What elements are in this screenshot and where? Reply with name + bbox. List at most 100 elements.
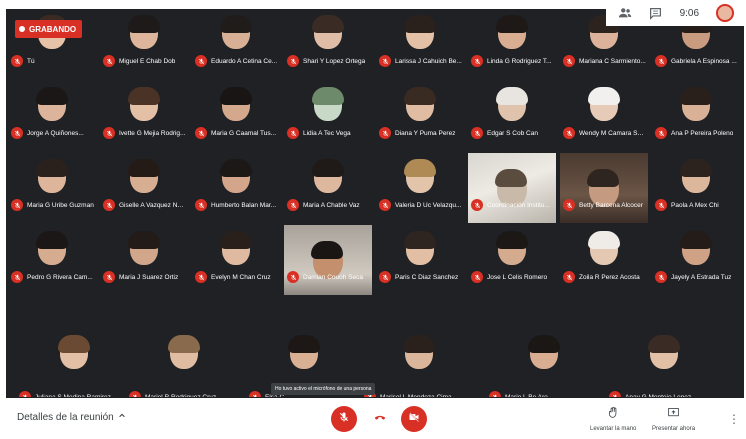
participant-tile[interactable]: Jayely A Estrada Tuz bbox=[652, 225, 740, 295]
participant-avatar bbox=[128, 159, 160, 193]
mic-muted-icon bbox=[11, 127, 23, 139]
hair-shape bbox=[311, 240, 343, 259]
participant-name: Maria G Uribe Guzman bbox=[27, 201, 94, 209]
participant-tile[interactable]: Betty Barcena Alcocer bbox=[560, 153, 648, 223]
participant-avatar bbox=[128, 87, 160, 121]
participant-tile[interactable]: Linda G Rodriguez T... bbox=[468, 9, 556, 79]
participant-tile[interactable]: Maria J Suarez Ortiz bbox=[100, 225, 188, 295]
participant-name-row: Giselle A Vazquez Nor... bbox=[103, 199, 187, 211]
participant-avatar bbox=[404, 15, 436, 49]
participant-name-row: Valeria D Uc Velazqu... bbox=[379, 199, 463, 211]
participant-name-row: Shari Y Lopez Ortega bbox=[287, 55, 371, 67]
hair-shape bbox=[167, 335, 200, 353]
mic-muted-icon bbox=[287, 199, 299, 211]
participant-tile[interactable]: Maria A Chable Vaz bbox=[284, 153, 372, 223]
participant-tile[interactable]: Wendy M Camara Sab... bbox=[560, 81, 648, 151]
participant-name-row: Jayely A Estrada Tuz bbox=[655, 271, 739, 283]
participant-tile[interactable]: Ivette G Mejia Rodrig... bbox=[100, 81, 188, 151]
participant-tile[interactable]: Maria G Caamal Tus... bbox=[192, 81, 280, 151]
mic-muted-icon bbox=[379, 55, 391, 67]
participant-tile[interactable]: Paris C Diaz Sanchez bbox=[376, 225, 464, 295]
participant-tile[interactable]: Jorge A Quiñones... bbox=[8, 81, 96, 151]
mic-muted-icon bbox=[129, 391, 141, 397]
participant-name-row: Miguel E Chab Dob bbox=[103, 55, 187, 67]
more-options-icon[interactable]: ⋮ bbox=[728, 412, 740, 426]
participant-tile[interactable]: Elsa C bbox=[246, 297, 361, 397]
participant-tile[interactable]: Mario L Be Aro bbox=[486, 297, 601, 397]
participant-name: Maria G Caamal Tus... bbox=[211, 129, 277, 137]
participant-tile[interactable]: Juliana S Medina Ramirez bbox=[16, 297, 131, 397]
participant-tile[interactable]: Diana Y Puma Perez bbox=[376, 81, 464, 151]
participant-tile[interactable]: Lidia A Tec Vega bbox=[284, 81, 372, 151]
recording-label: GRABANDO bbox=[29, 24, 77, 34]
mic-muted-icon bbox=[195, 127, 207, 139]
participant-avatar bbox=[404, 87, 436, 121]
participant-avatar bbox=[36, 231, 68, 265]
mic-muted-icon bbox=[249, 391, 261, 397]
mic-muted-icon bbox=[563, 271, 575, 283]
participant-tile[interactable]: Damian Couoh Seca bbox=[284, 225, 372, 295]
self-avatar[interactable] bbox=[715, 4, 734, 22]
participant-name: Zoila R Perez Acosta bbox=[579, 273, 640, 281]
chat-icon[interactable] bbox=[649, 6, 663, 20]
present-now-button[interactable]: Presentar ahora bbox=[652, 406, 695, 432]
participant-tile[interactable]: Mariel R Rodriguez Cruz bbox=[126, 297, 241, 397]
mic-muted-icon bbox=[19, 391, 31, 397]
participant-tile[interactable]: Humberto Balan Mar... bbox=[192, 153, 280, 223]
raise-hand-button[interactable]: Levantar la mano bbox=[590, 406, 636, 432]
participant-avatar bbox=[680, 87, 712, 121]
participant-avatar bbox=[287, 335, 320, 369]
participant-tile[interactable]: Ana P Pereira Poleno bbox=[652, 81, 740, 151]
participant-tile[interactable]: Valeria D Uc Velazqu... bbox=[376, 153, 464, 223]
people-icon[interactable] bbox=[618, 6, 632, 20]
mic-muted-icon bbox=[655, 127, 667, 139]
participant-name: Mariel R Rodriguez Cruz bbox=[145, 393, 217, 398]
participant-name-row: Ivette G Mejia Rodrig... bbox=[103, 127, 187, 139]
participant-tile[interactable]: Miguel E Chab Dob bbox=[100, 9, 188, 79]
mic-toggle-button[interactable] bbox=[331, 406, 357, 432]
participant-name-row: Evelyn M Chan Cruz bbox=[195, 271, 279, 283]
participant-tile[interactable]: Pedro G Rivera Cam... bbox=[8, 225, 96, 295]
hair-shape bbox=[128, 231, 160, 249]
participant-tile[interactable]: Zoila R Perez Acosta bbox=[560, 225, 648, 295]
participant-tile[interactable]: Maria G Uribe Guzman bbox=[8, 153, 96, 223]
mic-muted-icon bbox=[103, 127, 115, 139]
participant-name: Linda G Rodriguez T... bbox=[487, 57, 552, 65]
participant-name: Damian Couoh Seca bbox=[303, 273, 363, 281]
participant-tile[interactable]: Marisol L Mendoza Cima bbox=[361, 297, 476, 397]
participant-tile[interactable]: Anay G Montejo Lopez bbox=[606, 297, 721, 397]
participant-name-row: Larissa J Cahuich Be... bbox=[379, 55, 463, 67]
participant-avatar bbox=[588, 87, 620, 121]
participant-name-row: Ana P Pereira Poleno bbox=[655, 127, 739, 139]
participant-name-row: Pedro G Rivera Cam... bbox=[11, 271, 95, 283]
participant-tile[interactable]: Larissa J Cahuich Be... bbox=[376, 9, 464, 79]
participant-avatar bbox=[680, 231, 712, 265]
mic-muted-icon bbox=[287, 55, 299, 67]
hang-up-button[interactable] bbox=[367, 406, 393, 432]
participant-tile[interactable]: Coordinación Institu... bbox=[468, 153, 556, 223]
participant-tile[interactable]: Jose L Celis Romero bbox=[468, 225, 556, 295]
participant-name: Mario L Be Aro bbox=[505, 393, 548, 398]
mic-muted-icon bbox=[11, 199, 23, 211]
camera-toggle-button[interactable] bbox=[401, 406, 427, 432]
participant-name-row: Maria A Chable Vaz bbox=[287, 199, 371, 211]
participant-avatar bbox=[312, 159, 344, 193]
participant-tile[interactable]: Shari Y Lopez Ortega bbox=[284, 9, 372, 79]
participant-tile[interactable]: Edgar S Cob Can bbox=[468, 81, 556, 151]
participant-tile[interactable]: Paola A Mex Chi bbox=[652, 153, 740, 223]
meet-window: GRABANDO Tú Miguel E Chab Dob Eduardo A Ce… bbox=[0, 0, 746, 439]
recording-badge: GRABANDO bbox=[15, 20, 83, 38]
participant-tile[interactable]: Evelyn M Chan Cruz bbox=[192, 225, 280, 295]
participant-avatar bbox=[402, 335, 435, 369]
mic-muted-icon bbox=[489, 391, 501, 397]
participant-tile[interactable]: Giselle A Vazquez Nor... bbox=[100, 153, 188, 223]
meeting-details-button[interactable]: Detalles de la reunión bbox=[17, 412, 126, 423]
participant-tile[interactable]: Eduardo A Cetina Ce... bbox=[192, 9, 280, 79]
phone-hangup-icon bbox=[373, 410, 387, 429]
participant-name: Jorge A Quiñones... bbox=[27, 129, 84, 137]
participant-grid: GRABANDO Tú Miguel E Chab Dob Eduardo A Ce… bbox=[6, 9, 744, 398]
participant-name: Edgar S Cob Can bbox=[487, 129, 538, 137]
mic-muted-icon bbox=[287, 127, 299, 139]
participant-name: Lidia A Tec Vega bbox=[303, 129, 351, 137]
hair-shape bbox=[312, 159, 344, 177]
